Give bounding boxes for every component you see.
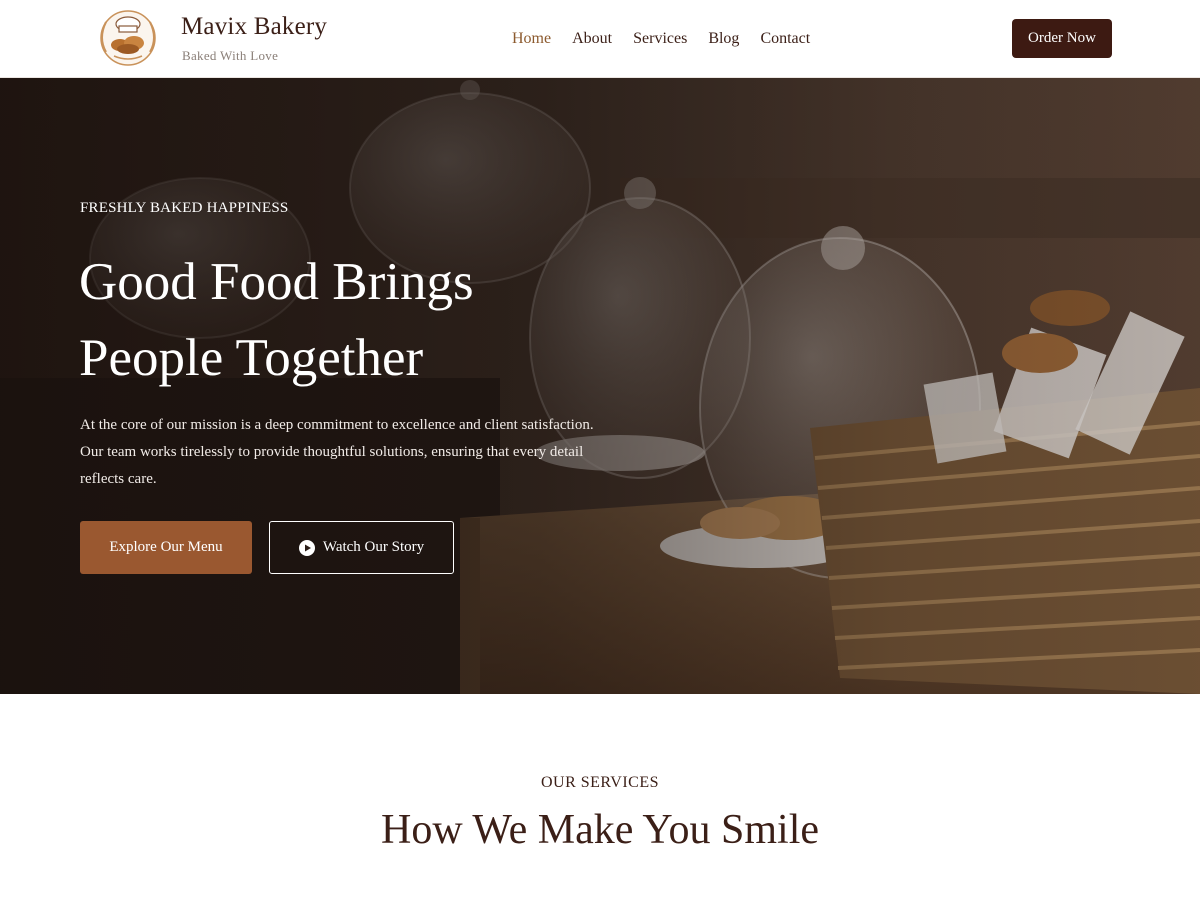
hero-section: FRESHLY BAKED HAPPINESS Good Food Brings… (0, 78, 1200, 694)
hero-description: At the core of our mission is a deep com… (80, 417, 594, 487)
watch-story-label: Watch Our Story (322, 539, 425, 555)
nav-services[interactable]: Services (633, 30, 687, 48)
brand-tagline: Baked With Love (182, 48, 279, 63)
hero-title-line-1: Good Food Brings (79, 253, 474, 311)
site-header: Mavix Bakery Baked With Love Home About … (0, 0, 1200, 78)
nav-blog[interactable]: Blog (708, 30, 739, 48)
main-nav: Home About Services Blog Contact (512, 30, 831, 48)
nav-home[interactable]: Home (512, 30, 551, 48)
explore-menu-button[interactable]: Explore Our Menu (80, 521, 252, 574)
services-eyebrow: OUR SERVICES (540, 774, 660, 791)
play-circle-icon (298, 539, 315, 556)
watch-story-button[interactable]: Watch Our Story (269, 521, 454, 574)
nav-about[interactable]: About (572, 30, 612, 48)
bakery-logo-icon[interactable] (90, 8, 166, 68)
hero-title-line-2: People Together (79, 329, 424, 387)
hero-eyebrow: FRESHLY BAKED HAPPINESS (80, 200, 289, 216)
brand-name[interactable]: Mavix Bakery (181, 13, 327, 41)
order-now-button[interactable]: Order Now (1012, 19, 1112, 58)
nav-contact[interactable]: Contact (760, 30, 810, 48)
hero-title: Good Food Brings People Together (79, 244, 599, 396)
services-title: How We Make You Smile (380, 807, 820, 853)
